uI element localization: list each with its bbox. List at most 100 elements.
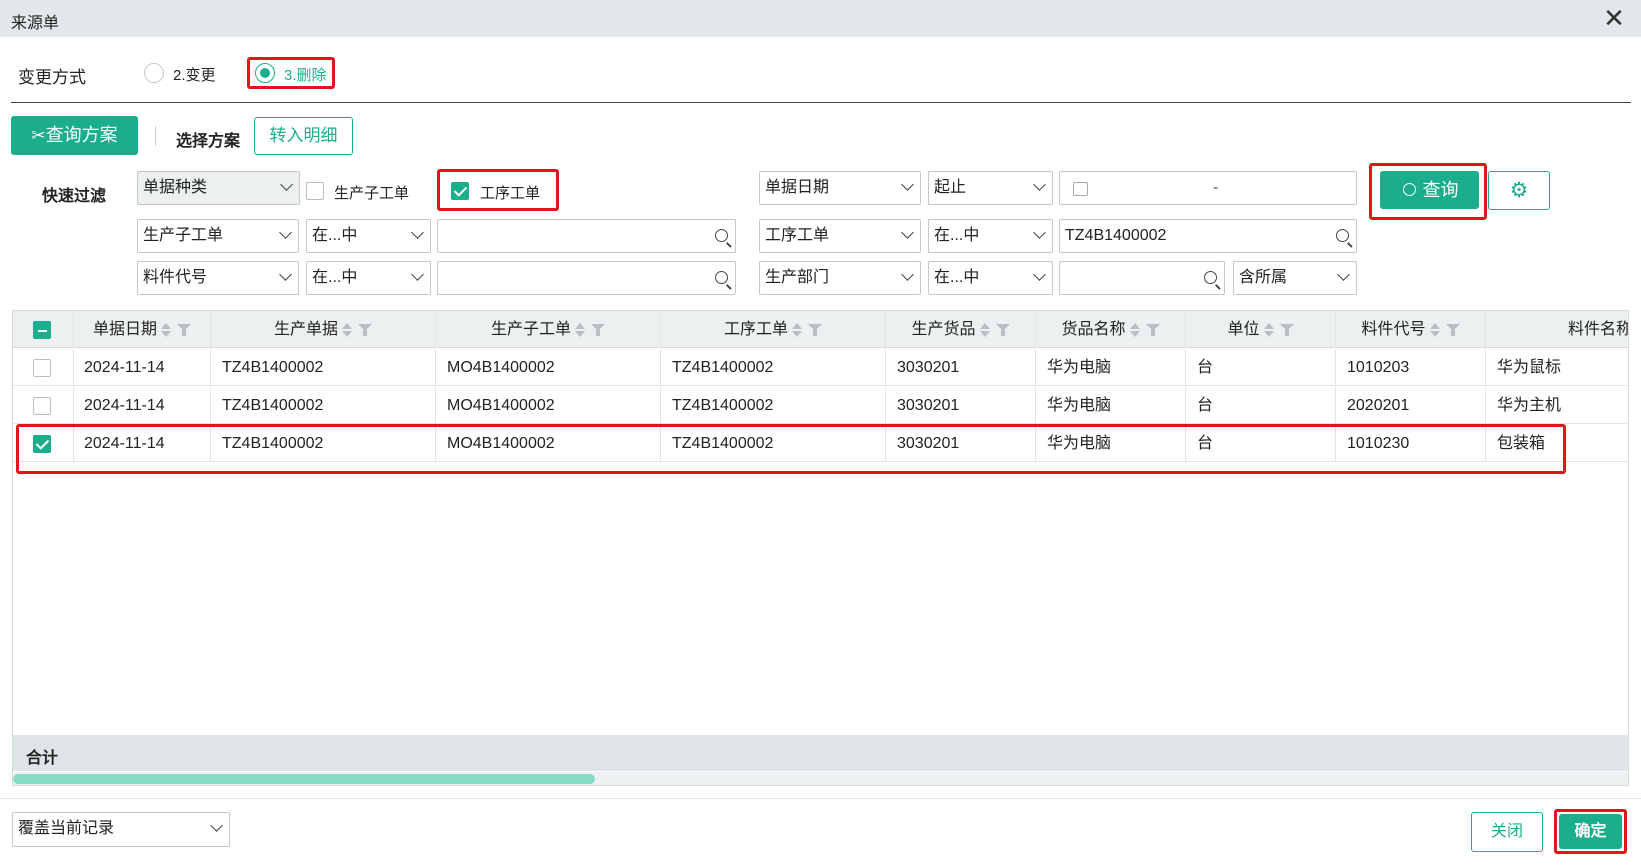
data-grid: 单据日期 生产单据 生产子工单 工序工单 生产货品 货品名称 单位 料件代号 料… <box>12 310 1629 786</box>
close-icon[interactable]: ✕ <box>1600 5 1628 33</box>
chevron-down-icon <box>1033 178 1046 191</box>
radio-change[interactable]: 2.变更 <box>144 62 234 86</box>
filter3-field-b[interactable]: 生产部门 <box>759 261 921 295</box>
cell-sub-order: MO4B1400002 <box>436 349 661 386</box>
select-all-checkbox[interactable] <box>33 321 51 339</box>
col-header-prod-doc[interactable]: 生产单据 <box>211 311 436 348</box>
col-header-sub-order[interactable]: 生产子工单 <box>436 311 661 348</box>
query-scheme-button[interactable]: ✂查询方案 <box>11 116 138 155</box>
checkbox-checked[interactable] <box>451 182 469 200</box>
filter-icon[interactable] <box>1279 323 1294 337</box>
select-scheme-label[interactable]: 选择方案 <box>176 127 240 151</box>
sort-icon[interactable] <box>1263 321 1274 339</box>
filter-icon[interactable] <box>177 323 191 337</box>
filter3-op-a[interactable]: 在...中 <box>306 261 431 295</box>
filter-icon[interactable] <box>1445 323 1460 337</box>
filter2-op-a[interactable]: 在...中 <box>306 219 431 253</box>
col-header-product-name[interactable]: 货品名称 <box>1036 311 1186 348</box>
filter3-value-b[interactable] <box>1059 261 1225 295</box>
filter-icon[interactable] <box>358 323 372 337</box>
radio-delete-label: 3.删除 <box>284 67 327 84</box>
filter3-value-a[interactable] <box>437 261 736 295</box>
change-mode-label: 变更方式 <box>18 68 86 87</box>
cell-sub-order: MO4B1400002 <box>436 387 661 424</box>
row-checkbox[interactable] <box>33 359 51 377</box>
table-row[interactable]: 2024-11-14 TZ4B1400002 MO4B1400002 TZ4B1… <box>13 387 1628 424</box>
chevron-down-icon <box>411 226 424 239</box>
scrollbar-thumb[interactable] <box>13 774 596 784</box>
sort-icon[interactable] <box>1129 321 1140 339</box>
col-header-product[interactable]: 生产货品 <box>886 311 1036 348</box>
filter-icon[interactable] <box>995 323 1010 337</box>
date-field-select[interactable]: 单据日期 <box>759 171 921 205</box>
filter2-field-b[interactable]: 工序工单 <box>759 219 921 253</box>
row-select-cell[interactable] <box>13 387 74 424</box>
col-header-date[interactable]: 单据日期 <box>74 311 211 348</box>
chevron-down-icon <box>1337 268 1350 281</box>
chk-sub-order-label: 生产子工单 <box>334 185 410 202</box>
sort-icon[interactable] <box>575 321 585 339</box>
chk-process-order[interactable]: 工序工单 <box>449 180 549 202</box>
close-button[interactable]: 关闭 <box>1471 812 1543 852</box>
doc-type-select[interactable]: 单据种类 <box>137 171 300 205</box>
sum-row: 合计 <box>13 735 1628 771</box>
import-detail-button[interactable]: 转入明细 <box>254 117 353 155</box>
date-range-input[interactable]: - <box>1059 171 1357 205</box>
filter2-op-b[interactable]: 在...中 <box>928 219 1053 253</box>
filter2-value-a[interactable] <box>437 219 736 253</box>
search-icon[interactable] <box>1336 229 1349 242</box>
horizontal-scrollbar[interactable] <box>13 772 1628 785</box>
checkbox[interactable] <box>306 182 324 200</box>
radio-delete[interactable]: 3.删除 <box>255 62 333 86</box>
chevron-down-icon <box>279 268 292 281</box>
col-header-process-order[interactable]: 工序工单 <box>661 311 886 348</box>
radio-change-label: 2.变更 <box>173 67 216 84</box>
col-header-part-code[interactable]: 料件代号 <box>1336 311 1486 348</box>
col-header-part-name[interactable]: 料件名称 <box>1486 311 1628 348</box>
cell-product-name: 华为电脑 <box>1036 387 1186 424</box>
sum-label: 合计 <box>26 750 59 767</box>
chk-process-order-label: 工序工单 <box>480 185 541 202</box>
filter2-field-a[interactable]: 生产子工单 <box>137 219 299 253</box>
sort-icon[interactable] <box>979 321 990 339</box>
calendar-icon <box>1073 182 1088 196</box>
select-all-cell[interactable] <box>13 311 74 348</box>
search-icon[interactable] <box>715 229 728 242</box>
query-button[interactable]: 查询 <box>1380 171 1479 209</box>
filter-icon[interactable] <box>1145 323 1160 337</box>
sort-icon[interactable] <box>342 321 352 339</box>
search-icon[interactable] <box>1204 271 1217 284</box>
chk-sub-order[interactable]: 生产子工单 <box>304 180 419 202</box>
chevron-down-icon <box>901 178 914 191</box>
chevron-down-icon <box>1033 268 1046 281</box>
window-title: 来源单 <box>11 15 60 32</box>
scope-select[interactable]: 含所属 <box>1233 261 1357 295</box>
quick-filter-label: 快速过滤 <box>42 188 107 205</box>
radio-change-circle[interactable] <box>144 63 164 83</box>
toolbar-separator <box>155 126 156 146</box>
col-header-unit[interactable]: 单位 <box>1186 311 1336 348</box>
date-range-mode-select[interactable]: 起止 <box>928 171 1053 205</box>
search-icon[interactable] <box>715 271 728 284</box>
row-checkbox[interactable] <box>33 397 51 415</box>
radio-delete-circle[interactable] <box>255 63 275 83</box>
cell-prod-doc: TZ4B1400002 <box>211 349 436 386</box>
filter3-op-b[interactable]: 在...中 <box>928 261 1053 295</box>
gear-icon[interactable]: ⚙ <box>1488 171 1550 210</box>
row-select-cell[interactable] <box>13 349 74 386</box>
cell-part-code: 2020201 <box>1336 387 1486 424</box>
cell-part-name: 华为主机 <box>1486 387 1628 424</box>
filter-icon[interactable] <box>808 323 822 337</box>
filter-icon[interactable] <box>591 323 605 337</box>
filter3-field-a[interactable]: 料件代号 <box>137 261 299 295</box>
title-bar: 来源单 ✕ <box>0 0 1641 37</box>
filter2-value-b[interactable]: TZ4B1400002 <box>1059 219 1357 253</box>
record-mode-select[interactable]: 覆盖当前记录 <box>12 812 230 847</box>
sort-icon[interactable] <box>792 321 802 339</box>
date-range-separator: - <box>1213 179 1219 196</box>
sort-icon[interactable] <box>1429 321 1440 339</box>
table-row[interactable]: 2024-11-14 TZ4B1400002 MO4B1400002 TZ4B1… <box>13 349 1628 386</box>
confirm-button[interactable]: 确定 <box>1559 814 1622 849</box>
sort-icon[interactable] <box>161 321 171 339</box>
table-header: 单据日期 生产单据 生产子工单 工序工单 生产货品 货品名称 单位 料件代号 料… <box>13 311 1628 348</box>
